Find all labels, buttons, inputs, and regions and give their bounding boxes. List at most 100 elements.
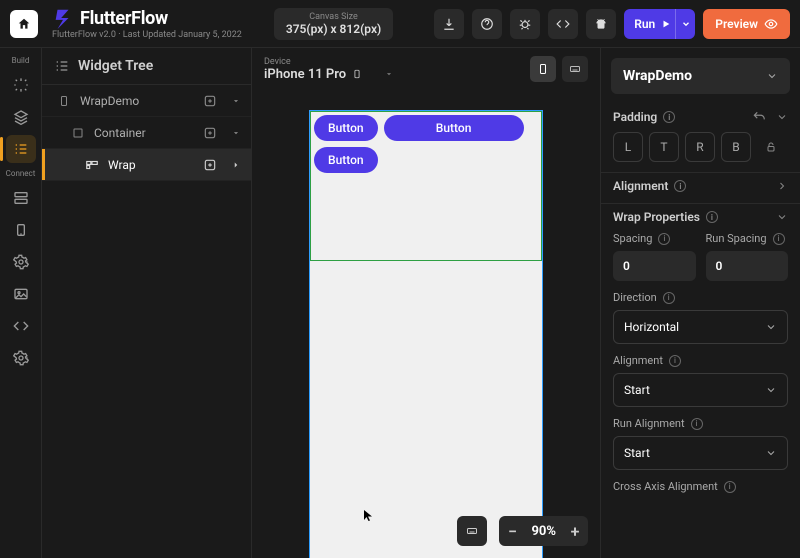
rail-code[interactable] xyxy=(6,312,36,340)
padding-section: Padding i L T R B xyxy=(601,104,800,173)
padding-top[interactable]: T xyxy=(649,132,679,162)
direction-value: Horizontal xyxy=(624,320,679,334)
rail-api[interactable] xyxy=(6,216,36,244)
device-selector[interactable]: Device iPhone 11 Pro xyxy=(264,57,394,82)
info-icon[interactable]: i xyxy=(663,292,675,304)
padding-bottom[interactable]: B xyxy=(721,132,751,162)
canvas-size-box[interactable]: Canvas Size 375(px) x 812(px) xyxy=(274,8,393,40)
padding-title: Padding xyxy=(613,110,657,124)
expand-button[interactable] xyxy=(776,180,788,192)
rail-media[interactable] xyxy=(6,280,36,308)
chevron-down-icon xyxy=(384,69,394,79)
code-button[interactable] xyxy=(548,9,578,39)
code-icon xyxy=(556,17,570,31)
rail-pages[interactable] xyxy=(6,103,36,131)
run-dropdown[interactable] xyxy=(675,9,695,39)
canvas-stage[interactable]: Button Button Button xyxy=(252,90,600,558)
gear-icon xyxy=(13,350,29,366)
run-spacing-label: Run Spacing xyxy=(706,232,767,245)
collapse-button[interactable] xyxy=(776,211,788,223)
chevron-down-icon xyxy=(776,111,788,123)
wrap-props-section: Wrap Properties i Spacing i Run Spacing i D… xyxy=(601,204,800,509)
add-child-button[interactable] xyxy=(201,156,219,174)
expand-button[interactable] xyxy=(227,124,245,142)
expand-button[interactable] xyxy=(227,92,245,110)
keyboard-toggle[interactable] xyxy=(562,56,588,82)
rail-database[interactable] xyxy=(6,184,36,212)
orientation-portrait[interactable] xyxy=(530,56,556,82)
sparkle-icon xyxy=(13,77,29,93)
import-button[interactable] xyxy=(434,9,464,39)
bug-icon xyxy=(518,17,532,31)
padding-lock[interactable] xyxy=(757,132,785,162)
canvas-button-1[interactable]: Button xyxy=(314,115,378,141)
device-frame[interactable]: Button Button Button xyxy=(309,110,543,558)
props-title: WrapDemo xyxy=(623,68,692,84)
canvas-button-2[interactable]: Button xyxy=(384,115,524,141)
apk-button[interactable] xyxy=(586,9,616,39)
rail-settings2[interactable] xyxy=(6,344,36,372)
home-button[interactable] xyxy=(10,10,38,38)
tree-row-container[interactable]: Container xyxy=(42,117,251,149)
chevron-down-icon xyxy=(681,19,691,29)
debug-button[interactable] xyxy=(510,9,540,39)
tree-label: Container xyxy=(94,126,193,140)
run-button[interactable]: Run xyxy=(624,9,681,39)
zoom-in-button[interactable]: + xyxy=(562,522,588,541)
info-icon[interactable]: i xyxy=(669,355,681,367)
run-spacing-input[interactable] xyxy=(706,251,789,281)
undo-button[interactable] xyxy=(752,110,766,124)
list-icon xyxy=(13,141,29,157)
info-icon[interactable]: i xyxy=(773,233,785,245)
alignment-select[interactable]: Start xyxy=(613,373,788,407)
info-icon[interactable]: i xyxy=(663,111,675,123)
left-rail: Build Connect xyxy=(0,48,42,558)
tree-row-wrap[interactable]: Wrap xyxy=(42,149,251,181)
undo-icon xyxy=(752,110,766,124)
rail-tree[interactable] xyxy=(6,135,36,163)
device-label: Device xyxy=(264,57,394,67)
run-label: Run xyxy=(634,17,655,31)
padding-right[interactable]: R xyxy=(685,132,715,162)
info-icon[interactable]: i xyxy=(691,418,703,430)
padding-left[interactable]: L xyxy=(613,132,643,162)
canvas-button-3[interactable]: Button xyxy=(314,147,378,173)
keyboard-shortcut-button[interactable] xyxy=(457,516,487,546)
direction-label: Direction xyxy=(613,291,657,304)
add-child-button[interactable] xyxy=(201,124,219,142)
rail-section-build: Build xyxy=(12,56,30,65)
alignment-label: Alignment xyxy=(613,354,663,367)
tree-row-wrapdemo[interactable]: WrapDemo xyxy=(42,85,251,117)
preview-button[interactable]: Preview xyxy=(703,9,790,39)
phone-icon xyxy=(537,62,549,76)
eye-icon xyxy=(764,17,778,31)
info-icon[interactable]: i xyxy=(706,211,718,223)
logo-mark-icon xyxy=(52,7,74,29)
rail-settings1[interactable] xyxy=(6,248,36,276)
props-head[interactable]: WrapDemo xyxy=(611,58,790,94)
cross-axis-label: Cross Axis Alignment xyxy=(613,480,718,493)
collapse-button[interactable] xyxy=(776,111,788,123)
server-icon xyxy=(13,190,29,206)
zoom-out-button[interactable]: − xyxy=(499,522,525,541)
info-icon[interactable]: i xyxy=(674,180,686,192)
info-icon[interactable]: i xyxy=(724,481,736,493)
rail-widgets[interactable] xyxy=(6,71,36,99)
alignment-section: Alignmenti xyxy=(601,173,800,204)
spacing-input[interactable] xyxy=(613,251,696,281)
wrap-widget[interactable]: Button Button Button xyxy=(310,111,542,261)
chevron-right-icon xyxy=(776,180,788,192)
wrap-title: Wrap Properties xyxy=(613,210,700,224)
add-child-button[interactable] xyxy=(201,92,219,110)
run-alignment-select[interactable]: Start xyxy=(613,436,788,470)
rail-section-connect: Connect xyxy=(6,169,36,178)
info-icon[interactable]: i xyxy=(658,233,670,245)
direction-select[interactable]: Horizontal xyxy=(613,310,788,344)
expand-button[interactable] xyxy=(227,156,245,174)
device-name: iPhone 11 Pro xyxy=(264,67,346,82)
spacing-label: Spacing xyxy=(613,232,652,245)
screen-icon xyxy=(56,93,72,109)
help-button[interactable] xyxy=(472,9,502,39)
keyboard-icon xyxy=(464,525,480,537)
canvas-toolbar: Device iPhone 11 Pro xyxy=(252,48,600,90)
